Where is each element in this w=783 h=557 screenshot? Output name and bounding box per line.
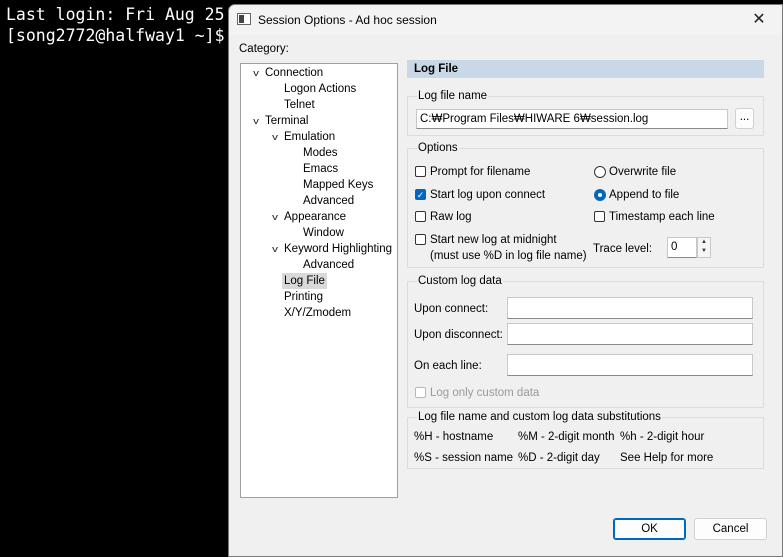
append-to-file-radio-circle[interactable] [594,189,606,201]
subst-day: %D - 2-digit day [518,452,600,464]
cancel-button[interactable]: Cancel [694,518,767,540]
subst-hostname: %H - hostname [414,431,494,443]
dialog-titlebar[interactable]: Session Options - Ad hoc session ✕ [229,5,782,35]
upon-connect-label: Upon connect: [414,303,489,315]
tree-item-label: Advanced [303,259,355,271]
panel-header: Log File [407,60,764,78]
prompt-for-filename-label: Prompt for filename [430,166,531,178]
raw-log-label: Raw log [430,211,472,223]
close-icon[interactable]: ✕ [736,5,782,35]
chevron-down-icon[interactable]: v [267,209,283,225]
category-label: Category: [239,43,289,55]
spin-down-icon[interactable]: ▼ [698,247,710,256]
chevron-down-icon[interactable]: v [248,65,264,81]
trace-level-label: Trace level: [593,243,653,255]
options-group: Options Prompt for filename ✓ Start log … [407,141,764,268]
tree-item-label: Logon Actions [284,83,357,95]
subst-month: %M - 2-digit month [518,431,615,443]
log-only-custom-label: Log only custom data [430,387,540,399]
chevron-down-icon[interactable]: v [248,113,264,129]
session-options-dialog: Session Options - Ad hoc session ✕ Categ… [228,4,783,557]
trace-level-spinner[interactable]: ▲ ▼ [697,237,711,258]
substitutions-group-title: Log file name and custom log data substi… [417,410,662,424]
tree-item-label: Terminal [265,115,309,127]
tree-item-label: Printing [284,291,323,303]
tree-item-label: Mapped Keys [303,179,374,191]
overwrite-file-radio-circle[interactable] [594,166,606,178]
tree-item-label: X/Y/Zmodem [284,307,352,319]
spin-up-icon[interactable]: ▲ [698,238,710,247]
subst-see-help: See Help for more [620,452,714,464]
log-only-custom-box[interactable] [415,387,426,398]
log-file-name-group-title: Log file name [417,89,489,103]
log-file-panel: Log File Log file name C:₩Program Files₩… [407,60,764,469]
tree-item-label: Advanced [303,195,355,207]
trace-level-input[interactable]: 0 [667,237,697,258]
custom-log-data-group-title: Custom log data [417,274,503,288]
tree-item-label: Telnet [284,99,315,111]
tree-item-label: Emacs [303,163,339,175]
subst-session-name: %S - session name [414,452,514,464]
raw-log-box[interactable] [415,211,426,222]
prompt-for-filename-box[interactable] [415,166,426,177]
subst-hour: %h - 2-digit hour [620,431,705,443]
tree-item-label: Appearance [284,211,347,223]
upon-disconnect-label: Upon disconnect: [414,329,503,341]
custom-log-data-group: Custom log data Upon connect: Upon disco… [407,274,764,408]
upon-connect-input[interactable] [507,297,753,319]
ok-button[interactable]: OK [613,518,686,540]
tree-item-label: Keyword Highlighting [284,243,393,255]
category-tree[interactable]: v Connection Logon Actions Telnet v Terminal v… [240,63,398,498]
start-new-log-label: Start new log at midnight [430,234,557,246]
upon-disconnect-input[interactable] [507,323,753,345]
on-each-line-input[interactable] [507,354,753,376]
timestamp-each-line-box[interactable] [594,211,605,222]
overwrite-file-label: Overwrite file [609,166,677,178]
append-to-file-label: Append to file [609,189,680,201]
start-new-log-sublabel: (must use %D in log file name) [430,250,587,262]
tree-item-label: Modes [303,147,338,159]
tree-item-label: Emulation [284,131,336,143]
start-new-log-box[interactable] [415,234,426,245]
tree-item-label: Window [303,227,344,239]
timestamp-each-line-label: Timestamp each line [609,211,715,223]
options-group-title: Options [417,141,459,155]
app-window-icon [237,13,251,25]
tree-item-label: Log File [282,273,327,289]
start-log-upon-connect-label: Start log upon connect [430,189,546,201]
substitutions-group: Log file name and custom log data substi… [407,410,764,469]
browse-button[interactable]: ... [735,108,754,129]
tree-item-label: Connection [265,67,324,79]
checkmark-icon[interactable]: ✓ [415,189,426,200]
dialog-title: Session Options - Ad hoc session [258,13,437,27]
chevron-down-icon[interactable]: v [267,129,283,145]
on-each-line-label: On each line: [414,360,482,372]
chevron-down-icon[interactable]: v [267,241,283,257]
log-file-path-input[interactable]: C:₩Program Files₩HIWARE 6₩session.log [416,109,728,129]
log-file-name-group: Log file name C:₩Program Files₩HIWARE 6₩… [407,89,764,136]
